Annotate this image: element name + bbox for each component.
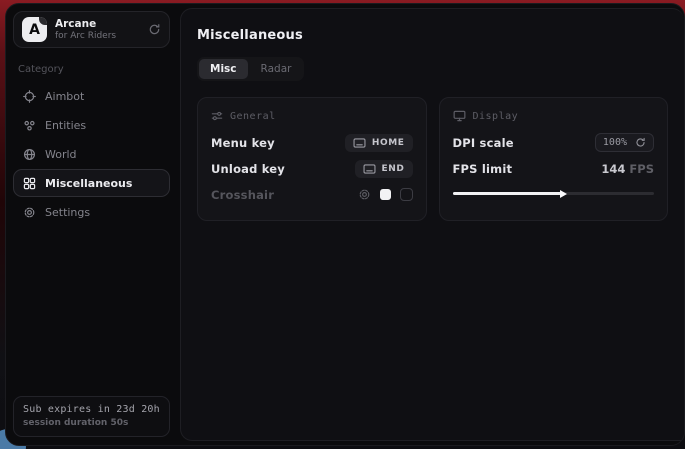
- reset-icon[interactable]: [635, 137, 646, 148]
- general-panel-header: General: [211, 110, 413, 122]
- general-panel: General Menu key HOME Unload key: [197, 97, 427, 221]
- fps-unit: FPS: [629, 162, 654, 176]
- sidebar-item-entities[interactable]: Entities: [13, 111, 170, 139]
- category-nav: Aimbot Entities World: [13, 82, 170, 226]
- monitor-icon: [453, 110, 466, 122]
- sidebar-item-label: Settings: [45, 206, 90, 219]
- logo-letter: A: [29, 22, 40, 38]
- main-content: Miscellaneous Misc Radar General Menu ke…: [180, 8, 684, 441]
- page-title: Miscellaneous: [197, 28, 668, 43]
- crosshair-icon: [23, 90, 36, 103]
- logo-notch: [39, 17, 47, 25]
- sidebar-item-label: Entities: [45, 119, 86, 132]
- app-subtitle: for Arc Riders: [55, 31, 116, 41]
- sidebar: A Arcane for Arc Riders Category Aim: [6, 4, 176, 445]
- display-panel-header: Display: [453, 110, 655, 122]
- session-duration-text: session duration 50s: [23, 418, 160, 428]
- entities-icon: [23, 119, 36, 132]
- sub-expiry-text: Sub expires in 23d 20h: [23, 404, 160, 415]
- menu-key-label: Menu key: [211, 136, 275, 150]
- crosshair-color-swatch[interactable]: [380, 189, 391, 200]
- unload-keybind-value: END: [382, 164, 405, 174]
- unload-key-row: Unload key END: [211, 157, 413, 180]
- grid-icon: [23, 177, 36, 190]
- fps-slider-thumb[interactable]: [560, 190, 567, 198]
- fps-slider-fill: [453, 192, 564, 195]
- cheat-window: A Arcane for Arc Riders Category Aim: [5, 3, 685, 446]
- gear-icon: [23, 206, 36, 219]
- fps-number: 144: [601, 162, 625, 176]
- fps-limit-value: 144 FPS: [601, 162, 654, 176]
- crosshair-settings-gear-icon[interactable]: [358, 188, 371, 201]
- fps-limit-row: FPS limit 144 FPS: [453, 157, 655, 180]
- globe-icon: [23, 148, 36, 161]
- dpi-scale-value: 100%: [603, 137, 627, 148]
- sidebar-item-label: Miscellaneous: [45, 177, 132, 190]
- general-panel-title: General: [230, 111, 276, 122]
- sidebar-item-world[interactable]: World: [13, 140, 170, 168]
- display-panel: Display DPI scale 100% FPS limit: [439, 97, 669, 221]
- dpi-scale-badge[interactable]: 100%: [595, 133, 654, 152]
- fps-limit-slider[interactable]: [453, 192, 655, 195]
- tab-radar[interactable]: Radar: [250, 59, 303, 79]
- crosshair-checkbox[interactable]: [400, 188, 413, 201]
- display-panel-title: Display: [473, 111, 519, 122]
- sidebar-item-label: World: [45, 148, 77, 161]
- menu-keybind-value: HOME: [372, 138, 405, 148]
- keyboard-icon: [353, 138, 366, 148]
- crosshair-row: Crosshair: [211, 183, 413, 206]
- brand-card: A Arcane for Arc Riders: [13, 11, 170, 48]
- menu-key-row: Menu key HOME: [211, 131, 413, 154]
- crosshair-label: Crosshair: [211, 188, 274, 202]
- dpi-scale-row: DPI scale 100%: [453, 131, 655, 154]
- fps-limit-label: FPS limit: [453, 162, 513, 176]
- sidebar-item-aimbot[interactable]: Aimbot: [13, 82, 170, 110]
- panels-grid: General Menu key HOME Unload key: [197, 97, 668, 221]
- category-label: Category: [18, 64, 165, 75]
- tab-bar: Misc Radar: [197, 57, 304, 81]
- unload-key-label: Unload key: [211, 162, 285, 176]
- refresh-icon[interactable]: [148, 23, 161, 36]
- sidebar-item-label: Aimbot: [45, 90, 84, 103]
- menu-keybind-button[interactable]: HOME: [345, 134, 413, 152]
- tab-misc[interactable]: Misc: [199, 59, 248, 79]
- brand-text: Arcane for Arc Riders: [55, 18, 116, 41]
- sliders-icon: [211, 110, 223, 122]
- crosshair-controls: [358, 188, 413, 201]
- app-name: Arcane: [55, 18, 116, 30]
- sidebar-item-settings[interactable]: Settings: [13, 198, 170, 226]
- sidebar-item-miscellaneous[interactable]: Miscellaneous: [13, 169, 170, 197]
- keyboard-icon: [363, 164, 376, 174]
- app-logo: A: [22, 17, 47, 42]
- dpi-scale-label: DPI scale: [453, 136, 514, 150]
- subscription-card: Sub expires in 23d 20h session duration …: [13, 396, 170, 437]
- unload-keybind-button[interactable]: END: [355, 160, 413, 178]
